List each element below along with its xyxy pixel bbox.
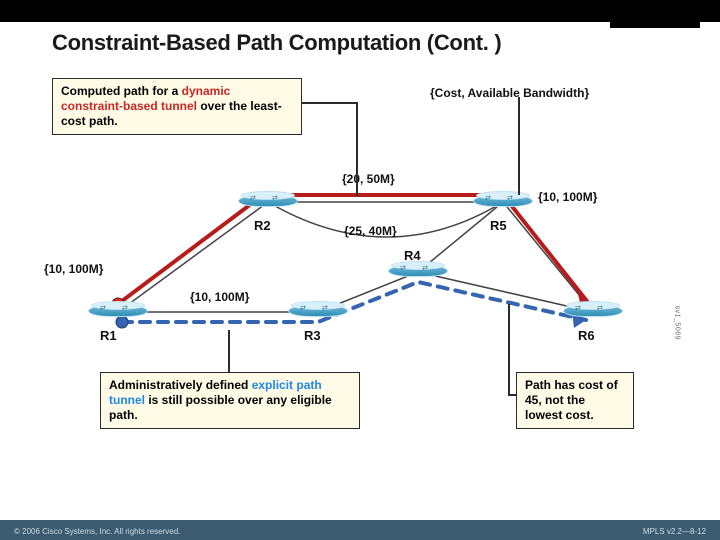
footer-pageref: MPLS v2.2—8-12 xyxy=(643,527,706,536)
label-r6: R6 xyxy=(578,328,595,343)
router-r3: ⇄⇄ xyxy=(288,305,348,321)
label-r5: R5 xyxy=(490,218,507,233)
callout-dynamic: Computed path for a dynamic constraint-b… xyxy=(52,78,302,135)
linklabel-r1r2: {10, 100M} xyxy=(44,262,103,276)
leader-legend xyxy=(518,97,520,195)
callout-cost-text: Path has cost of 45, not the lowest cost… xyxy=(525,378,618,422)
linklabel-r1r3: {10, 100M} xyxy=(190,290,249,304)
router-r5: ⇄⇄ xyxy=(473,195,533,211)
router-r4: ⇄⇄ xyxy=(388,265,448,281)
footer-copyright: © 2006 Cisco Systems, Inc. All rights re… xyxy=(14,527,180,536)
leader-explicit xyxy=(228,330,230,372)
leader-cost-v xyxy=(508,304,510,394)
label-r4: R4 xyxy=(404,248,421,263)
leader-dynamic-v xyxy=(356,102,358,196)
header-bar xyxy=(0,0,720,22)
router-r6: ⇄⇄ xyxy=(563,305,623,321)
callout-explicit-pre: Administratively defined xyxy=(109,378,252,392)
label-r3: R3 xyxy=(304,328,321,343)
callout-cost: Path has cost of 45, not the lowest cost… xyxy=(516,372,634,429)
leader-dynamic-h xyxy=(302,102,357,104)
diagram-canvas: ⇄⇄ ⇄⇄ ⇄⇄ ⇄⇄ ⇄⇄ ⇄⇄ R1 R2 R3 R4 R5 R6 {Cos… xyxy=(38,72,682,492)
linklabel-r5r6: {10, 100M} xyxy=(538,190,597,204)
callout-explicit: Administratively defined explicit path t… xyxy=(100,372,360,429)
label-r1: R1 xyxy=(100,328,117,343)
topology-svg xyxy=(38,72,682,492)
footer-bar: © 2006 Cisco Systems, Inc. All rights re… xyxy=(0,520,720,540)
router-r1: ⇄⇄ xyxy=(88,305,148,321)
router-r2: ⇄⇄ xyxy=(238,195,298,211)
callout-dynamic-pre: Computed path for a xyxy=(61,84,182,98)
linklabel-r2r5-upper: {20, 50M} xyxy=(342,172,395,186)
header-corner-block xyxy=(610,0,700,28)
dynamic-tunnel-path xyxy=(118,195,590,305)
linklabel-r2r5-lower: {25, 40M} xyxy=(344,224,397,238)
leader-cost-h xyxy=(508,394,516,396)
legend-header: {Cost, Available Bandwidth} xyxy=(430,86,589,100)
version-label: sv1_5069 xyxy=(673,306,680,340)
label-r2: R2 xyxy=(254,218,271,233)
slide-title: Constraint-Based Path Computation (Cont.… xyxy=(0,22,720,62)
